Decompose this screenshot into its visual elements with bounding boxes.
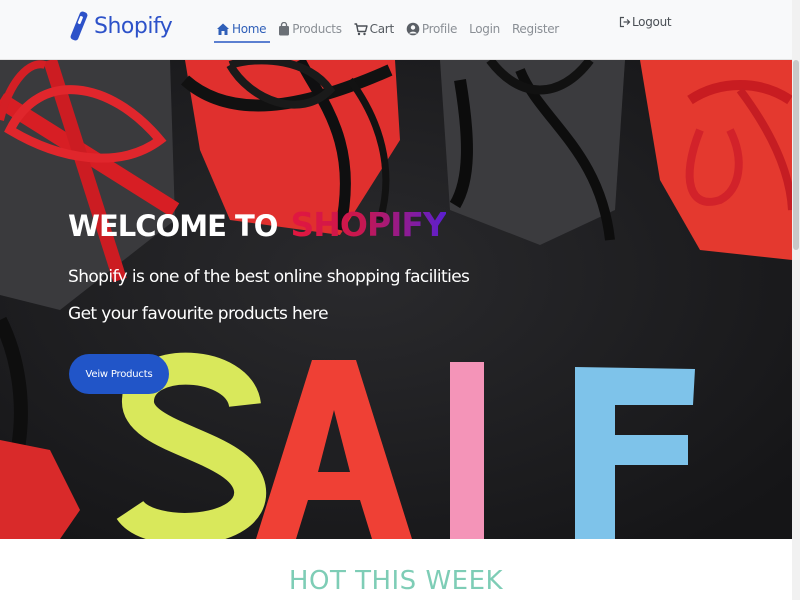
shopping-bag-icon (279, 22, 290, 36)
scrollbar-thumb[interactable] (793, 60, 799, 250)
view-products-button[interactable]: Veiw Products (69, 354, 169, 394)
nav-products[interactable]: Products (278, 18, 342, 40)
nav-cart-label: Cart (369, 22, 394, 36)
logout-label: Logout (632, 15, 672, 29)
page-scrollbar[interactable] (792, 0, 800, 600)
nav-profile[interactable]: Profile (406, 18, 457, 40)
nav-cart[interactable]: Cart (354, 18, 394, 40)
logout-link[interactable]: Logout (619, 15, 672, 29)
main-nav: Home Products Cart Profile Login Registe… (213, 18, 571, 43)
navbar: Shopify Home Products Cart Profile Login… (0, 0, 800, 60)
nav-products-label: Products (292, 22, 342, 36)
hero-title: WELCOME TO SHOPIFY (68, 205, 447, 244)
brand-link[interactable]: Shopify (66, 9, 173, 43)
user-circle-icon (406, 22, 420, 36)
nav-login[interactable]: Login (469, 18, 500, 40)
nav-profile-label: Profile (421, 22, 458, 36)
cart-icon (354, 22, 368, 35)
nav-register[interactable]: Register (512, 18, 559, 40)
hero-description-line-2: Get your favourite products here (68, 304, 329, 324)
nav-home-label: Home (232, 22, 267, 36)
hero-title-prefix: WELCOME TO (68, 209, 278, 243)
nav-login-label: Login (469, 22, 500, 36)
hero-description-line-1: Shopify is one of the best online shoppi… (68, 267, 470, 287)
shopify-logo-icon (70, 11, 88, 41)
home-icon (217, 23, 229, 35)
nav-home[interactable]: Home (213, 18, 271, 43)
hero-background-image (0, 60, 792, 539)
hot-this-week-heading: HOT THIS WEEK (288, 566, 504, 596)
nav-register-label: Register (511, 22, 559, 36)
logout-icon (619, 16, 631, 28)
hero-banner: WELCOME TO SHOPIFY Shopify is one of the… (0, 60, 792, 539)
hero-title-brand: SHOPIFY (290, 205, 447, 244)
brand-name: Shopify (94, 13, 173, 39)
page: Shopify Home Products Cart Profile Login… (0, 0, 800, 600)
